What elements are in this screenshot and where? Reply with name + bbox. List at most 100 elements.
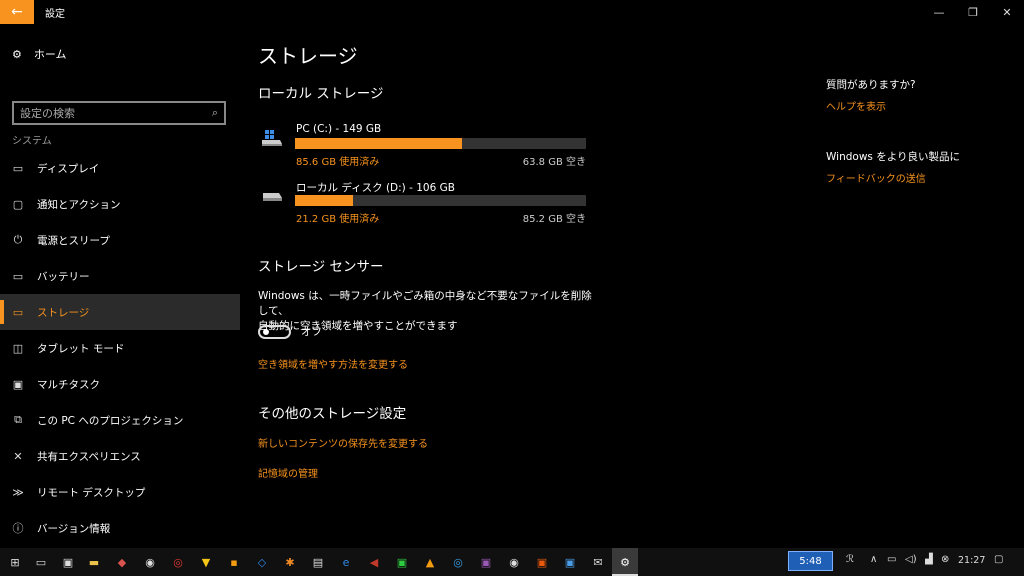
sidebar-item-label: 電源とスリープ [37, 234, 110, 247]
mail-icon[interactable]: ✉ [588, 552, 608, 572]
search-box[interactable]: ⌕ [12, 101, 226, 125]
close-icon: ✕ [1002, 5, 1012, 19]
clock[interactable]: 21:27 [958, 555, 985, 566]
notification-icon: ▢ [12, 197, 24, 211]
new-content-location-link[interactable]: 新しいコンテンツの保存先を変更する [258, 435, 428, 450]
app-icon[interactable]: ◉ [140, 552, 160, 572]
usage-bar-fill [295, 195, 354, 206]
power-icon: ⏻ [13, 233, 23, 246]
drive-name: PC (C:) - 149 GB [296, 123, 382, 135]
app-icon[interactable]: ▼ [196, 552, 216, 572]
back-arrow-icon: ← [11, 4, 23, 20]
page-title: ストレージ [258, 44, 358, 68]
minimize-icon: — [933, 5, 945, 19]
app-icon[interactable]: ✱ [280, 552, 300, 572]
volume-icon[interactable]: ◁) [905, 554, 917, 565]
dropbox-icon[interactable]: ◇ [252, 552, 272, 572]
title-bar: ← 設定 — ❐ ✕ [0, 0, 1024, 24]
app-icon[interactable]: ◀ [364, 552, 384, 572]
used-space: 85.6 GB 使用済み [296, 157, 380, 168]
app-icon[interactable]: ◎ [168, 552, 188, 572]
back-button[interactable]: ← [0, 0, 34, 24]
search-icon[interactable]: ⌕ [212, 106, 218, 120]
action-center-icon[interactable]: ▢ [994, 554, 1003, 565]
question-text: 質問がありますか? [826, 79, 916, 91]
sidebar-item-power[interactable]: ⏻ 電源とスリープ [0, 222, 240, 258]
sidebar-item-projection[interactable]: ⧉ この PC へのプロジェクション [0, 402, 240, 438]
feedback-link[interactable]: フィードバックの送信 [826, 170, 926, 185]
battery-tray-icon[interactable]: ▭ [887, 554, 896, 565]
sidebar-item-label: この PC へのプロジェクション [37, 414, 184, 427]
vlc-icon[interactable]: ▲ [420, 552, 440, 572]
sidebar-item-label: マルチタスク [37, 378, 100, 391]
storage-sense-toggle[interactable] [258, 324, 291, 339]
remote-desktop-icon: ≫ [12, 485, 24, 499]
sidebar-item-multitask[interactable]: ▣ マルチタスク [0, 366, 240, 402]
start-windows-icon[interactable]: ⊞ [5, 552, 25, 572]
usage-bar-fill [295, 138, 463, 149]
settings-gear-icon[interactable]: ⚙ [615, 552, 635, 572]
toggle-state-label: オフ [301, 326, 322, 338]
usage-bar [295, 195, 586, 206]
drive-d[interactable]: ローカル ディスク (D:) - 106 GB 21.2 GB 使用済み 85.… [258, 180, 588, 226]
app-icon[interactable]: ◉ [504, 552, 524, 572]
sidebar-item-label: ディスプレイ [37, 162, 100, 175]
sidebar-item-shared-experience[interactable]: ✕ 共有エクスペリエンス [0, 438, 240, 474]
help-link[interactable]: ヘルプを表示 [826, 98, 886, 113]
sidebar-item-remote-desktop[interactable]: ≫ リモート デスクトップ [0, 474, 240, 510]
system-drive-icon [262, 130, 282, 146]
tablet-mode-icon: ◫ [12, 341, 24, 355]
people-icon[interactable]: ℛ [846, 554, 854, 565]
drive-c[interactable]: PC (C:) - 149 GB 85.6 GB 使用済み 63.8 GB 空き [258, 123, 588, 169]
network-icon[interactable]: ▟ [925, 554, 933, 565]
app-icon[interactable]: ◆ [112, 552, 132, 572]
storage-sense-heading: ストレージ センサー [258, 259, 384, 275]
app-icon[interactable]: ▣ [392, 552, 412, 572]
section-label: システム [12, 136, 52, 147]
display-icon: ▭ [12, 161, 24, 175]
edge-icon[interactable]: e [336, 552, 356, 572]
manage-storage-spaces-link[interactable]: 記憶域の管理 [258, 465, 318, 480]
sidebar-item-label: リモート デスクトップ [37, 486, 146, 499]
disk-drive-icon [263, 193, 282, 201]
free-space: 63.8 GB 空き [522, 157, 586, 168]
sidebar-item-label: 共有エクスペリエンス [37, 450, 141, 463]
minimize-button[interactable]: — [922, 0, 956, 24]
close-button[interactable]: ✕ [990, 0, 1024, 24]
sidebar-item-battery[interactable]: ▭ バッテリー [0, 258, 240, 294]
explorer-icon[interactable]: ▬ [84, 552, 104, 572]
restore-icon: ❐ [968, 5, 978, 19]
sidebar-item-notifications[interactable]: ▢ 通知とアクション [0, 186, 240, 222]
chevron-up-icon[interactable]: ∧ [870, 554, 877, 565]
no-connection-icon[interactable]: ⊗ [941, 554, 949, 565]
onenote-icon[interactable]: ▣ [476, 552, 496, 572]
app-icon[interactable]: ◎ [448, 552, 468, 572]
sidebar-item-display[interactable]: ▭ ディスプレイ [0, 150, 240, 186]
battery-time-indicator[interactable]: 5:48 [788, 551, 833, 571]
app-icon[interactable]: ▪ [224, 552, 244, 572]
gear-icon: ⚙ [12, 47, 22, 61]
home-link[interactable]: ⚙ ホーム [12, 46, 67, 62]
photoshop-icon[interactable]: ▣ [560, 552, 580, 572]
sidebar-item-label: バッテリー [37, 270, 90, 283]
storage-icon: ▭ [12, 305, 24, 319]
task-view-icon[interactable]: ▭ [31, 552, 51, 572]
store-icon[interactable]: ▣ [58, 552, 78, 572]
sidebar-nav: ▭ ディスプレイ ▢ 通知とアクション ⏻ 電源とスリープ ▭ バッテリー ▭ … [0, 150, 240, 546]
change-free-space-link[interactable]: 空き領域を増やす方法を変更する [258, 356, 408, 371]
drive-name: ローカル ディスク (D:) - 106 GB [296, 182, 455, 194]
usage-bar [295, 138, 586, 149]
sidebar-item-storage[interactable]: ▭ ストレージ [0, 294, 240, 330]
sidebar-item-about[interactable]: ⓘ バージョン情報 [0, 510, 240, 546]
sidebar-item-label: ストレージ [37, 306, 90, 319]
search-input[interactable] [20, 106, 212, 120]
used-space: 21.2 GB 使用済み [296, 214, 380, 225]
other-storage-heading: その他のストレージ設定 [258, 406, 407, 422]
sidebar: ⚙ ホーム ⌕ システム ▭ ディスプレイ ▢ 通知とアクション ⏻ 電源とスリ… [0, 24, 240, 548]
restore-button[interactable]: ❐ [956, 0, 990, 24]
battery-icon: ▭ [12, 269, 24, 283]
office-icon[interactable]: ▣ [532, 552, 552, 572]
shared-experience-icon: ✕ [13, 449, 23, 463]
sidebar-item-tablet-mode[interactable]: ◫ タブレット モード [0, 330, 240, 366]
app-icon[interactable]: ▤ [308, 552, 328, 572]
